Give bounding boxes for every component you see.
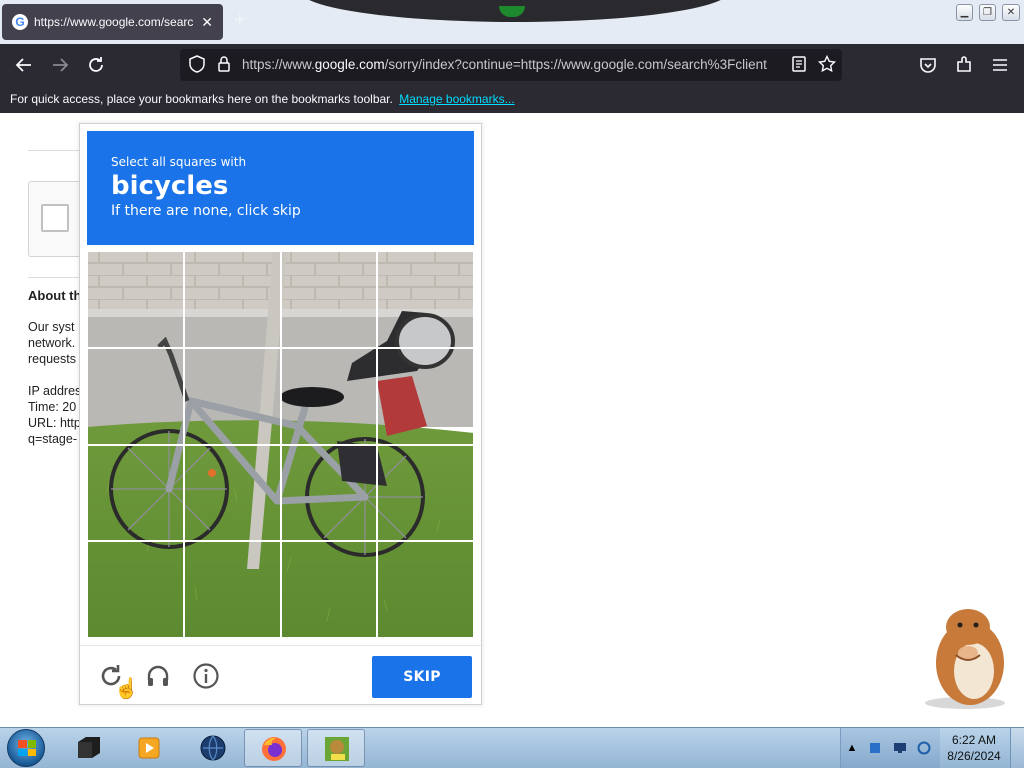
image-tile[interactable] <box>377 251 474 348</box>
image-tile[interactable] <box>377 347 474 445</box>
globe-icon <box>200 735 226 761</box>
image-tile[interactable] <box>280 347 378 445</box>
tray-display-icon[interactable] <box>893 741 907 755</box>
taskbar-app-terminal[interactable] <box>60 729 118 767</box>
url-text[interactable]: https://www.google.com/sorry/index?conti… <box>242 57 782 72</box>
query-line: q=stage- <box>28 432 77 446</box>
close-tab-icon[interactable]: ✕ <box>201 14 213 31</box>
restore-button[interactable]: ❐ <box>979 4 996 21</box>
explanation-line: network. <box>28 336 76 350</box>
terminal-icon <box>78 737 100 758</box>
firefox-icon <box>262 737 286 761</box>
show-desktop-button[interactable] <box>1010 728 1024 768</box>
taskbar-app-game[interactable] <box>307 729 365 767</box>
challenge-object: bicycles <box>111 171 229 201</box>
browser-tab[interactable]: G https://www.google.com/search ✕ <box>2 4 223 40</box>
image-tile[interactable] <box>280 444 378 542</box>
mouse-pointer-icon: ☝ <box>114 678 139 700</box>
tray-expand-icon[interactable]: ▲ <box>845 741 859 755</box>
close-window-button[interactable]: ✕ <box>1002 4 1020 21</box>
recaptcha-challenge: Select all squares with bicycles If ther… <box>79 123 482 705</box>
image-tile[interactable] <box>87 347 184 445</box>
image-tile[interactable] <box>183 444 281 542</box>
image-tile[interactable] <box>280 251 378 348</box>
taskbar-app-browser[interactable] <box>184 729 242 767</box>
menu-icon[interactable] <box>989 54 1011 76</box>
system-tray: ▲ <box>840 728 940 768</box>
extensions-icon[interactable] <box>953 54 975 76</box>
navigation-toolbar: https://www.google.com/sorry/index?conti… <box>0 44 1024 86</box>
bookmarks-toolbar: For quick access, place your bookmarks h… <box>0 86 1024 113</box>
minimize-button[interactable]: ▁ <box>956 4 973 21</box>
clock-date: 8/26/2024 <box>947 749 1001 763</box>
google-favicon-icon: G <box>12 14 28 30</box>
tab-title: https://www.google.com/search <box>34 15 194 29</box>
image-tile[interactable] <box>87 444 184 542</box>
challenge-header: Select all squares with bicycles If ther… <box>87 131 474 245</box>
reader-view-icon[interactable] <box>788 54 810 76</box>
explanation-line: Our syst <box>28 320 75 334</box>
skip-button[interactable]: SKIP <box>372 656 472 698</box>
back-icon[interactable] <box>13 54 35 76</box>
bookmarks-hint-text: For quick access, place your bookmarks h… <box>10 92 393 106</box>
image-tile[interactable] <box>183 251 281 348</box>
browser-tab-strip: G https://www.google.com/search ✕ + ▁ ❐ … <box>0 0 1024 44</box>
recaptcha-checkbox[interactable] <box>41 204 69 232</box>
forward-icon[interactable] <box>49 54 71 76</box>
challenge-tiles <box>87 251 474 638</box>
manage-bookmarks-link[interactable]: Manage bookmarks... <box>399 92 514 106</box>
explanation-line: requests <box>28 352 76 366</box>
reload-page-icon[interactable] <box>85 54 107 76</box>
game-box-icon <box>325 737 349 761</box>
challenge-image-grid <box>87 251 474 638</box>
ip-address-line: IP addres <box>28 384 82 398</box>
hamster-desktop-pet[interactable] <box>920 605 1010 710</box>
media-player-icon <box>138 737 160 759</box>
taskbar-clock[interactable]: 6:22 AM 8/26/2024 <box>940 732 1008 764</box>
image-tile[interactable] <box>87 251 184 348</box>
taskbar-app-media-player[interactable] <box>120 729 178 767</box>
start-button[interactable] <box>7 729 45 767</box>
bookmark-star-icon[interactable] <box>816 54 838 76</box>
challenge-instruction: Select all squares with <box>111 155 247 169</box>
pocket-icon[interactable] <box>917 54 939 76</box>
headphones-icon[interactable] <box>144 662 172 690</box>
tray-network-app-icon[interactable] <box>868 741 882 755</box>
lock-icon[interactable] <box>213 54 235 76</box>
image-tile[interactable] <box>87 541 184 638</box>
image-tile[interactable] <box>377 541 474 638</box>
url-line: URL: http <box>28 416 81 430</box>
tray-sync-icon[interactable] <box>917 741 931 755</box>
about-heading: About th <box>28 288 82 303</box>
image-tile[interactable] <box>377 444 474 542</box>
image-tile[interactable] <box>183 347 281 445</box>
time-line: Time: 20 <box>28 400 77 414</box>
image-tile[interactable] <box>280 541 378 638</box>
clock-time: 6:22 AM <box>951 733 997 747</box>
image-tile[interactable] <box>183 541 281 638</box>
new-tab-icon[interactable]: + <box>234 9 246 32</box>
windows-logo-icon <box>18 740 36 756</box>
challenge-hint: If there are none, click skip <box>111 203 301 219</box>
address-bar[interactable]: https://www.google.com/sorry/index?conti… <box>180 49 842 81</box>
challenge-footer: ☝ SKIP <box>80 645 481 704</box>
tracking-shield-icon[interactable] <box>186 54 208 76</box>
taskbar-app-firefox[interactable] <box>244 729 302 767</box>
windows-taskbar: ▲ 6:22 AM 8/26/2024 <box>0 727 1024 768</box>
info-icon[interactable] <box>192 662 220 690</box>
